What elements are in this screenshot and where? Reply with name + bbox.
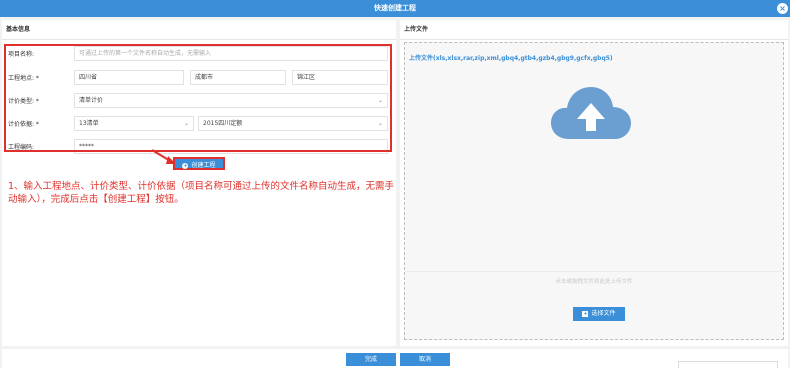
- close-icon[interactable]: ×: [777, 3, 788, 14]
- drop-hint-text: 点击或拖拽文件到此处上传文件: [555, 279, 633, 285]
- instruction-text: 1、输入工程地点、计价类型、计价依据（项目名称可通过上传的文件名称自动生成，无需…: [8, 181, 395, 205]
- choose-file-label: 选择文件: [591, 310, 616, 317]
- upload-heading: 上传文件: [400, 20, 788, 40]
- accepted-types-text: 上传文件(xls,xlsx,rar,zip,xml,gbq4,gtb4,gzb4…: [409, 55, 613, 62]
- create-project-label: 创建工程: [191, 162, 216, 169]
- upload-dropzone[interactable]: 上传文件(xls,xlsx,rar,zip,xml,gbq4,gtb4,gzb4…: [404, 42, 784, 340]
- footer-field: [678, 361, 778, 368]
- basic-info-heading: 基本信息: [2, 20, 396, 40]
- dialog-footer: 完成 取消: [2, 349, 788, 368]
- create-project-button[interactable]: + 创建工程: [173, 157, 225, 170]
- plus-icon: +: [182, 163, 189, 169]
- dialog-title: 快速创建工程: [374, 4, 416, 12]
- dialog-titlebar: 快速创建工程 ×: [0, 0, 790, 17]
- required-fields-highlight: [4, 44, 392, 152]
- cancel-button[interactable]: 取消: [400, 353, 450, 366]
- divider: [405, 271, 783, 272]
- plus-icon: +: [582, 311, 589, 317]
- cloud-upload-icon: [551, 87, 631, 139]
- choose-file-button[interactable]: + 选择文件: [573, 307, 625, 321]
- upload-panel: 上传文件 上传文件(xls,xlsx,rar,zip,xml,gbq4,gtb4…: [400, 20, 788, 346]
- finish-button[interactable]: 完成: [346, 353, 396, 366]
